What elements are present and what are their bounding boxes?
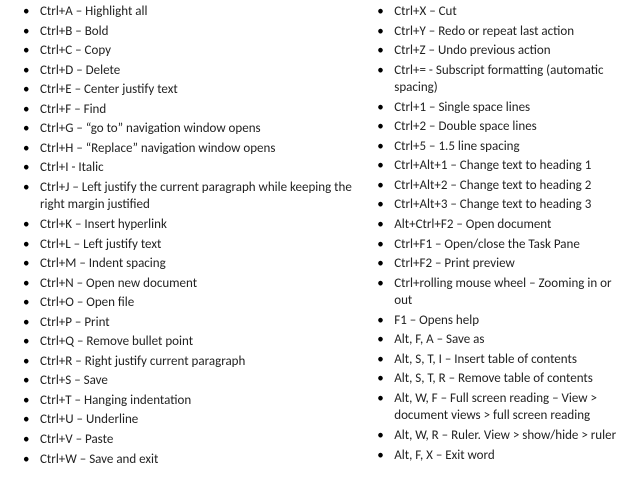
column-left: Ctrl+A – Highlight allCtrl+B – BoldCtrl+… xyxy=(10,3,364,499)
shortcut-item: Ctrl+S – Save xyxy=(10,372,356,390)
shortcut-item: Alt, S, T, I – Insert table of contents xyxy=(364,351,619,369)
shortcut-item: Ctrl+H – “Replace” navigation window ope… xyxy=(10,140,356,158)
shortcut-item: Ctrl+Q – Remove bullet point xyxy=(10,333,356,351)
shortcut-item: Ctrl+N – Open new document xyxy=(10,275,356,293)
shortcut-item: Ctrl+K – Insert hyperlink xyxy=(10,216,356,234)
shortcut-item: Ctrl+Alt+2 – Change text to heading 2 xyxy=(364,177,619,195)
shortcut-item: Ctrl+B – Bold xyxy=(10,23,356,41)
shortcut-item: Ctrl+Y – Redo or repeat last action xyxy=(364,23,619,41)
shortcut-item: Ctrl+U – Underline xyxy=(10,411,356,429)
shortcut-item: Alt, F, X – Exit word xyxy=(364,447,619,465)
shortcut-item: Ctrl+= - Subscript formatting (automatic… xyxy=(364,62,619,97)
shortcut-item: Alt, F, A – Save as xyxy=(364,331,619,349)
shortcut-list-right: Ctrl+X – Cut Ctrl+Y – Redo or repeat last… xyxy=(364,3,619,464)
shortcut-item: Ctrl+T – Hanging indentation xyxy=(10,392,356,410)
shortcut-item: Ctrl+F2 – Print preview xyxy=(364,255,619,273)
shortcut-item: F1 – Opens help xyxy=(364,312,619,330)
shortcut-item: Ctrl+2 – Double space lines xyxy=(364,118,619,136)
shortcut-item: Ctrl+Alt+1 – Change text to heading 1 xyxy=(364,157,619,175)
shortcut-item: Ctrl+5 – 1.5 line spacing xyxy=(364,138,619,156)
shortcut-item: Ctrl+F – Find xyxy=(10,101,356,119)
shortcut-item: Ctrl+P – Print xyxy=(10,314,356,332)
shortcut-item: Alt, W, F – Full screen reading – View >… xyxy=(364,390,619,425)
shortcut-item: Ctrl+F1 – Open/close the Task Pane xyxy=(364,236,619,254)
shortcut-item: Ctrl+G – “go to” navigation window opens xyxy=(10,120,356,138)
shortcut-item: Alt, W, R – Ruler. View > show/hide > ru… xyxy=(364,427,619,445)
shortcut-item: Ctrl+V – Paste xyxy=(10,431,356,449)
shortcut-item: Ctrl+X – Cut xyxy=(364,3,619,21)
shortcut-reference-page: Ctrl+A – Highlight allCtrl+B – BoldCtrl+… xyxy=(0,0,629,502)
shortcut-item: Ctrl+R – Right justify current paragraph xyxy=(10,353,356,371)
shortcut-item: Ctrl+C – Copy xyxy=(10,42,356,60)
shortcut-item: Ctrl+E – Center justify text xyxy=(10,81,356,99)
shortcut-list-left: Ctrl+A – Highlight allCtrl+B – BoldCtrl+… xyxy=(10,3,356,468)
shortcut-item: Ctrl+L – Left justify text xyxy=(10,236,356,254)
shortcut-item: Ctrl+M – Indent spacing xyxy=(10,255,356,273)
shortcut-item: Ctrl+O – Open file xyxy=(10,294,356,312)
column-right: Ctrl+X – Cut Ctrl+Y – Redo or repeat last… xyxy=(364,3,619,499)
shortcut-item: Ctrl+rolling mouse wheel – Zooming in or… xyxy=(364,275,619,310)
shortcut-item: Ctrl+Z – Undo previous action xyxy=(364,42,619,60)
shortcut-item: Alt+Ctrl+F2 – Open document xyxy=(364,216,619,234)
shortcut-item: Ctrl+Alt+3 – Change text to heading 3 xyxy=(364,196,619,214)
shortcut-item: Alt, S, T, R – Remove table of contents xyxy=(364,370,619,388)
shortcut-item: Ctrl+W – Save and exit xyxy=(10,451,356,469)
shortcut-item: Ctrl+1 – Single space lines xyxy=(364,99,619,117)
shortcut-item: Ctrl+J – Left justify the current paragr… xyxy=(10,179,356,214)
shortcut-item: Ctrl+I - Italic xyxy=(10,159,356,177)
shortcut-item: Ctrl+A – Highlight all xyxy=(10,3,356,21)
shortcut-item: Ctrl+D – Delete xyxy=(10,62,356,80)
